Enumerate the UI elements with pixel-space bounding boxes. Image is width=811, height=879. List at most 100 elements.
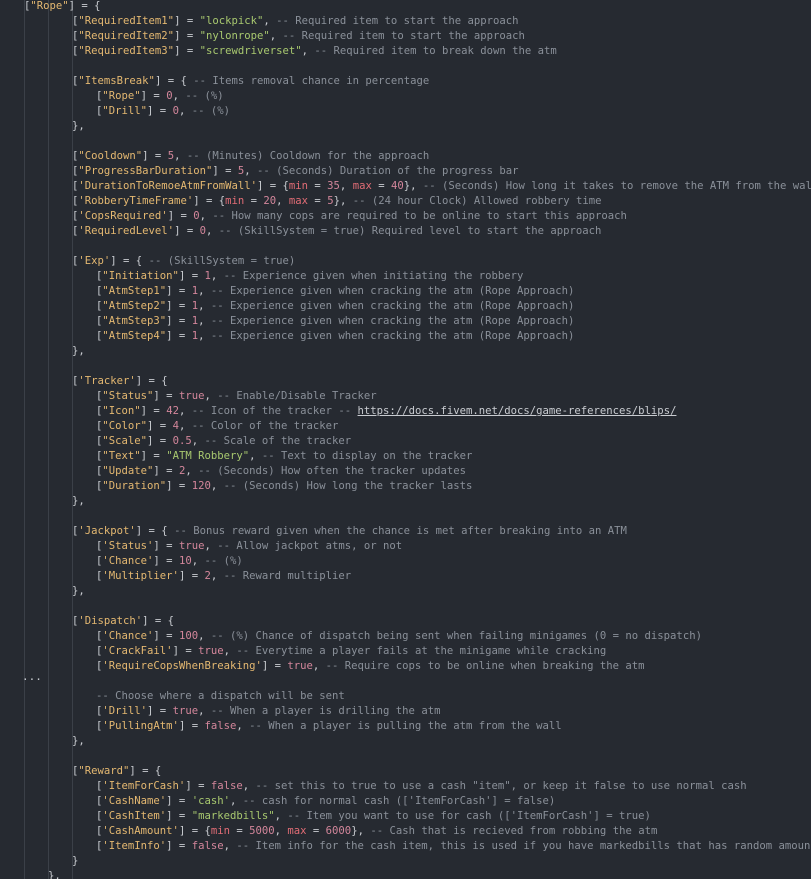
code-line[interactable]: ['CashAmount'] = {min = 5000, max = 6000… [0, 824, 811, 839]
token-key: "Duration" [102, 480, 167, 492]
code-line[interactable]: ["Rope"] = 0, -- (%) [0, 89, 811, 104]
token-key: 'Exp' [78, 255, 111, 267]
token-punc: ] = [166, 315, 192, 327]
token-punc: , [198, 330, 211, 342]
code-line[interactable]: ['Tracker'] = { [0, 374, 811, 389]
code-line[interactable]: ["RequiredItem1"] = "lockpick", -- Requi… [0, 14, 811, 29]
code-line[interactable]: ['Status'] = true, -- Allow jackpot atms… [0, 539, 811, 554]
token-punc: , [199, 210, 213, 222]
token-str: "ATM Robbery" [166, 450, 250, 462]
code-line[interactable]: ["Color"] = 4, -- Color of the tracker [0, 419, 811, 434]
code-line[interactable]: ["Initiation"] = 1, -- Experience given … [0, 269, 811, 284]
token-punc: , [198, 705, 211, 717]
code-line[interactable]: ["Status"] = true, -- Enable/Disable Tra… [0, 389, 811, 404]
code-line[interactable]: ["Drill"] = 0, -- (%) [0, 104, 811, 119]
code-line[interactable]: }, [0, 734, 811, 749]
code-line[interactable]: }, [0, 119, 811, 134]
token-cmt: -- Experience given when cracking the at… [210, 315, 575, 327]
code-line[interactable]: ["ProgressBarDuration"] = 5, -- (Seconds… [0, 164, 811, 179]
code-line[interactable]: ['DurationToRemoeAtmFromWall'] = {min = … [0, 179, 811, 194]
token-bool: false [191, 840, 224, 852]
code-line[interactable]: ["ItemsBreak"] = { -- Items removal chan… [0, 74, 811, 89]
code-line[interactable]: }, [0, 869, 811, 879]
token-bool: true [198, 645, 224, 657]
token-cmt: -- (SkillSystem = true) Required level t… [218, 225, 602, 237]
token-key: "Drill" [102, 105, 148, 117]
token-cmt: -- Item you want to use for cash (['Item… [287, 810, 651, 822]
code-editor[interactable]: ["Rope"] = {["RequiredItem1"] = "lockpic… [0, 0, 811, 879]
code-line[interactable]: ["Duration"] = 120, -- (Seconds) How lon… [0, 479, 811, 494]
code-line[interactable]: ['PullingAtm'] = false, -- When a player… [0, 719, 811, 734]
code-line[interactable] [0, 359, 811, 374]
code-line[interactable] [0, 509, 811, 524]
code-line[interactable]: ['CashItem'] = "markedbills", -- Item yo… [0, 809, 811, 824]
code-line[interactable]: ["RequiredItem2"] = "nylonrope", -- Requ… [0, 29, 811, 44]
code-line[interactable]: ["AtmStep4"] = 1, -- Experience given wh… [0, 329, 811, 344]
token-cmt: -- Require cops to be online when breaki… [325, 660, 645, 672]
token-cmt: -- (Minutes) Cooldown for the approach [186, 150, 430, 162]
code-line[interactable] [0, 134, 811, 149]
token-punc: ] = [147, 435, 173, 447]
code-line[interactable]: ["Update"] = 2, -- (Seconds) How often t… [0, 464, 811, 479]
code-line[interactable]: ["Rope"] = { [0, 0, 811, 14]
token-num: 35 [327, 180, 340, 192]
code-line[interactable]: ['ItemInfo'] = false, -- Item info for t… [0, 839, 811, 854]
token-cmt: -- Experience given when cracking the at… [210, 330, 575, 342]
code-line[interactable]: ['Dispatch'] = { [0, 614, 811, 629]
token-punc: ] = [178, 570, 205, 582]
code-line[interactable]: }, [0, 494, 811, 509]
code-line[interactable]: ['RequiredLevel'] = 0, -- (SkillSystem =… [0, 224, 811, 239]
code-line[interactable]: ["AtmStep1"] = 1, -- Experience given wh… [0, 284, 811, 299]
code-line[interactable]: ["RequiredItem3"] = "screwdriverset", --… [0, 44, 811, 59]
code-line[interactable]: }, [0, 584, 811, 599]
code-line[interactable]: ['Chance'] = 10, -- (%) [0, 554, 811, 569]
code-line[interactable]: ["Reward"] = { [0, 764, 811, 779]
token-punc: , [339, 180, 353, 192]
code-line[interactable]: ['CashName'] = 'cash', -- cash for norma… [0, 794, 811, 809]
token-key: "Scale" [102, 435, 148, 447]
code-line[interactable]: ['Drill'] = true, -- When a player is dr… [0, 704, 811, 719]
code-line[interactable]: ['ItemForCash'] = false, -- set this to … [0, 779, 811, 794]
code-line[interactable] [0, 674, 811, 689]
code-line[interactable] [0, 749, 811, 764]
code-line[interactable]: ["Cooldown"] = 5, -- (Minutes) Cooldown … [0, 149, 811, 164]
code-line[interactable]: } [0, 854, 811, 869]
code-line[interactable]: -- Choose where a dispatch will be sent [0, 689, 811, 704]
token-cmt: -- Icon of the tracker -- [191, 405, 358, 417]
token-punc: }, [72, 495, 85, 507]
token-punc: , [204, 540, 218, 552]
token-key: 'CashName' [102, 795, 167, 807]
code-line[interactable]: }, [0, 344, 811, 359]
token-url[interactable]: https://docs.fivem.net/docs/game-referen… [358, 405, 677, 417]
token-key: "Rope" [30, 0, 69, 12]
token-key: 'RequiredLevel' [78, 225, 175, 237]
token-cmt: -- (%) [204, 555, 243, 567]
token-cmt: -- Experience given when cracking the at… [210, 285, 575, 297]
token-punc: ] = [185, 780, 211, 792]
token-punc: ] = [174, 225, 200, 237]
code-line[interactable]: ['Jackpot'] = { -- Bonus reward given wh… [0, 524, 811, 539]
code-line[interactable]: ['CopsRequired'] = 0, -- How many cops a… [0, 209, 811, 224]
code-line[interactable]: ['Chance'] = 100, -- (%) Chance of dispa… [0, 629, 811, 644]
code-line[interactable]: ["Icon"] = 42, -- Icon of the tracker --… [0, 404, 811, 419]
code-line[interactable]: ["Scale"] = 0.5, -- Scale of the tracker [0, 434, 811, 449]
code-line[interactable]: ['CrackFail'] = true, -- Everytime a pla… [0, 644, 811, 659]
token-punc: ] = { [135, 525, 175, 537]
token-punc: ] = [166, 480, 192, 492]
token-cmt: -- When a player is pulling the atm from… [249, 720, 562, 732]
code-line[interactable] [0, 599, 811, 614]
token-key: 'Drill' [102, 705, 148, 717]
code-line[interactable]: ['Multiplier'] = 2, -- Reward multiplier [0, 569, 811, 584]
code-line[interactable]: ['RobberyTimeFrame'] = {min = 20, max = … [0, 194, 811, 209]
code-line[interactable]: ["AtmStep2"] = 1, -- Experience given wh… [0, 299, 811, 314]
code-line[interactable]: ["AtmStep3"] = 1, -- Experience given wh… [0, 314, 811, 329]
code-line[interactable]: ['Exp'] = { -- (SkillSystem = true) [0, 254, 811, 269]
code-line[interactable]: ["Text"] = "ATM Robbery", -- Text to dis… [0, 449, 811, 464]
token-minmax: max [288, 195, 309, 207]
token-punc: }, [351, 825, 371, 837]
token-punc: , [242, 780, 256, 792]
code-line[interactable] [0, 239, 811, 254]
fold-indicator[interactable]: ... [22, 670, 42, 683]
code-line[interactable] [0, 59, 811, 74]
code-line[interactable]: ['RequireCopsWhenBreaking'] = true, -- R… [0, 659, 811, 674]
